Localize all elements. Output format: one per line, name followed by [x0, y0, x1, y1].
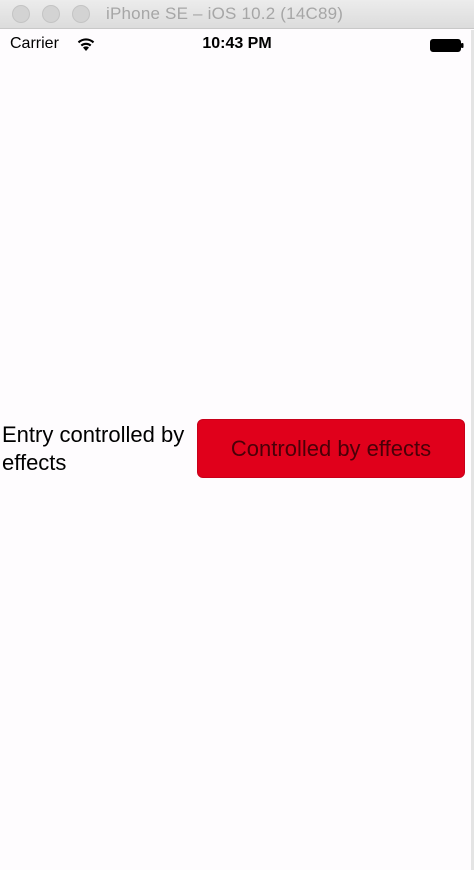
close-window-button[interactable] [12, 5, 30, 23]
minimize-window-button[interactable] [42, 5, 60, 23]
entry-label: Entry controlled by effects [2, 422, 185, 475]
zoom-window-button[interactable] [72, 5, 90, 23]
battery-icon [430, 39, 464, 52]
status-time: 10:43 PM [202, 35, 272, 52]
simulator-window: iPhone SE – iOS 10.2 (14C89) Carrier 10:… [0, 0, 474, 870]
window-title: iPhone SE – iOS 10.2 (14C89) [106, 4, 344, 23]
controlled-by-effects-button[interactable]: Controlled by effects [197, 419, 465, 478]
window-titlebar: iPhone SE – iOS 10.2 (14C89) [0, 0, 474, 29]
button-label: Controlled by effects [230, 435, 432, 461]
ios-status-bar: Carrier 10:43 PM [0, 30, 474, 60]
